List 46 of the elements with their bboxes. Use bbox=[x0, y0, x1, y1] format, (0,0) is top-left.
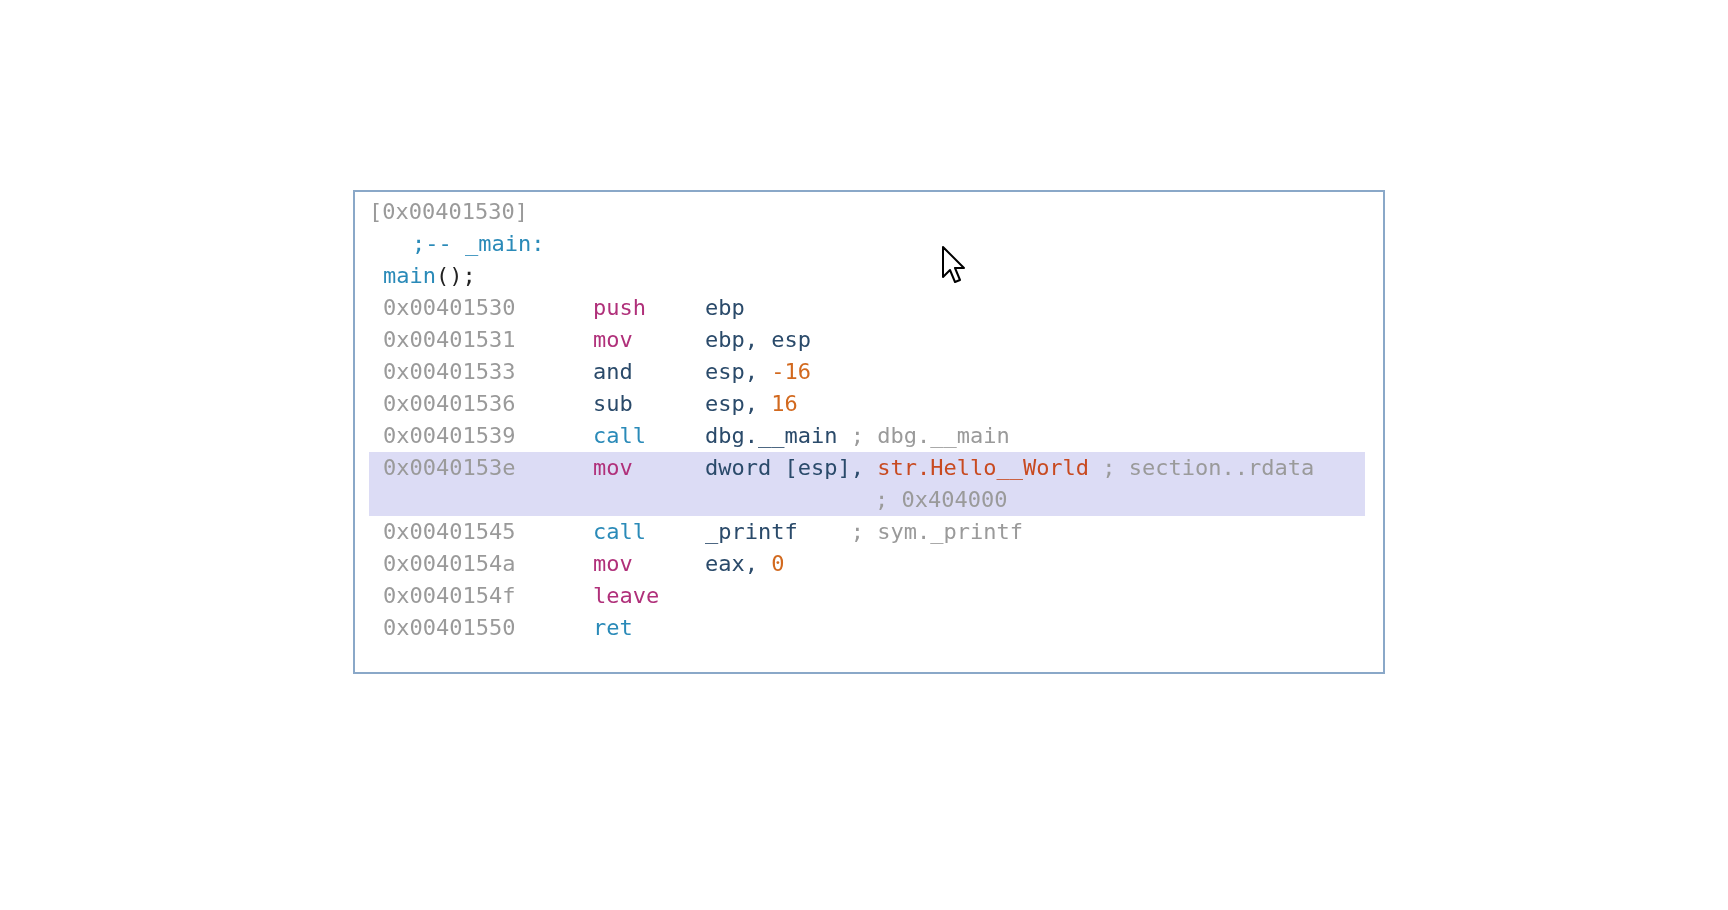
mnemonic: call bbox=[593, 518, 647, 546]
address: 0x00401530 bbox=[382, 294, 517, 322]
instruction-row[interactable]: 0x0040154f leave bbox=[369, 580, 1365, 612]
mouse-pointer-icon bbox=[941, 245, 967, 285]
operands: dword [esp], str.Hello__World bbox=[705, 454, 1091, 482]
mnemonic: and bbox=[593, 358, 634, 386]
address: 0x0040153e bbox=[382, 454, 517, 482]
mnemonic: mov bbox=[593, 454, 634, 482]
instruction-row[interactable]: 0x00401545 call _printf ; sym._printf bbox=[369, 516, 1365, 548]
mnemonic: push bbox=[593, 294, 647, 322]
mnemonic: mov bbox=[593, 550, 634, 578]
comment: ; sym._printf bbox=[850, 518, 1023, 546]
instruction-row[interactable]: 0x00401550 ret bbox=[369, 612, 1365, 644]
mnemonic: call bbox=[593, 422, 647, 450]
address: 0x00401533 bbox=[382, 358, 517, 386]
instruction-row[interactable]: 0x00401536 sub esp, 16 bbox=[369, 388, 1365, 420]
address: 0x00401531 bbox=[382, 326, 517, 354]
operands: _printf bbox=[705, 518, 799, 546]
operands: esp, -16 bbox=[705, 358, 812, 386]
instruction-row[interactable]: 0x0040153e mov dword [esp], str.Hello__World ; section..rdata ; 0x404000 bbox=[369, 452, 1365, 516]
address: 0x00401550 bbox=[382, 614, 517, 642]
operands: ebp, esp bbox=[705, 326, 812, 354]
operands: esp, 16 bbox=[705, 390, 799, 418]
mnemonic: sub bbox=[593, 390, 634, 418]
address: 0x0040154f bbox=[382, 582, 517, 610]
comment: ; section..rdata bbox=[1102, 454, 1315, 482]
address: 0x00401539 bbox=[382, 422, 517, 450]
block-address: [0x00401530] bbox=[369, 198, 528, 226]
comment: ; 0x404000 bbox=[875, 486, 1008, 514]
instruction-row[interactable]: 0x00401539 call dbg.__main ; dbg.__main bbox=[369, 420, 1365, 452]
address: 0x00401545 bbox=[382, 518, 517, 546]
address: 0x0040154a bbox=[382, 550, 517, 578]
mnemonic: leave bbox=[593, 582, 661, 610]
instruction-row[interactable]: 0x00401531 mov ebp, esp bbox=[369, 324, 1365, 356]
mnemonic: mov bbox=[593, 326, 634, 354]
operands: dbg.__main bbox=[705, 422, 839, 450]
address: 0x00401536 bbox=[382, 390, 517, 418]
function-label: ;-- _main: bbox=[411, 230, 545, 258]
function-signature: main(); bbox=[383, 262, 476, 290]
operands: ebp bbox=[705, 294, 746, 322]
mnemonic: ret bbox=[593, 614, 634, 642]
instruction-row[interactable]: 0x0040154a mov eax, 0 bbox=[369, 548, 1365, 580]
instruction-row[interactable]: 0x00401530 push ebp bbox=[369, 292, 1365, 324]
comment: ; dbg.__main bbox=[850, 422, 1010, 450]
operands: eax, 0 bbox=[705, 550, 786, 578]
instruction-row[interactable]: 0x00401533 and esp, -16 bbox=[369, 356, 1365, 388]
